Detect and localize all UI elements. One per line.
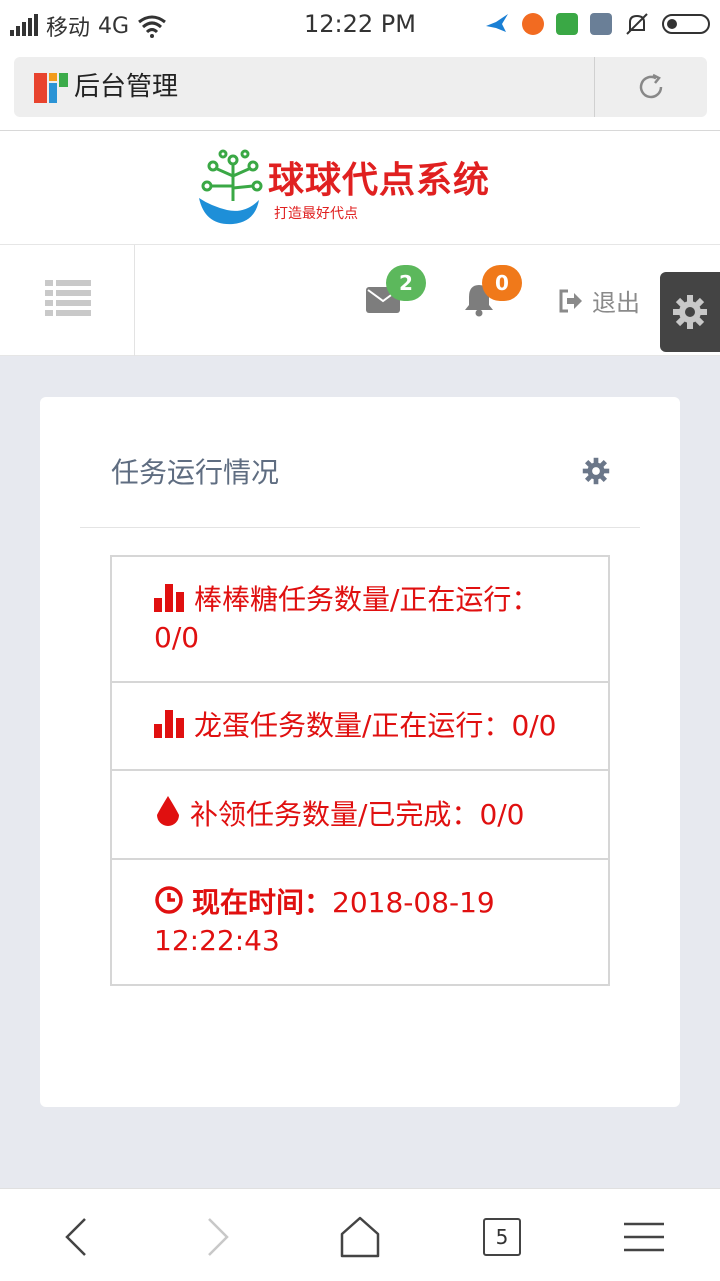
bar-chart-icon [154,710,184,738]
browser-address-bar: 后台管理 [0,50,720,131]
reload-icon [639,73,663,99]
status-bar: 移动 4G 12:22 PM [0,0,720,50]
settings-button[interactable] [660,272,720,352]
notifications-badge: 0 [482,265,522,301]
message-notification-icon [590,13,612,35]
site-favicon [34,73,68,103]
brand-logo-icon [199,149,263,225]
forward-button[interactable] [188,1211,248,1263]
brand-name: 球球代点系统 [268,160,491,201]
brand-slogan: 打造最好代点 [274,206,358,222]
stat-label: 补领任务数量/已完成： [190,798,480,831]
battery-icon [662,14,710,34]
stat-current-time: 现在时间：2018-08-19 12:22:43 [112,860,608,984]
clock-icon [155,886,183,914]
stat-dragon-egg-tasks: 龙蛋任务数量/正在运行：0/0 [112,683,608,771]
brand-header: 球球代点系统 打造最好代点 [0,131,720,243]
notifications-button[interactable]: 0 [458,265,538,345]
reload-button[interactable] [594,57,707,117]
home-icon [340,1216,380,1258]
sidebar-toggle-button[interactable] [0,245,135,356]
sogou-notification-icon [522,13,544,35]
bar-chart-icon [154,584,184,612]
menu-button[interactable] [614,1211,674,1263]
time-label: 现在时间： [192,886,333,919]
list-icon [45,280,91,316]
panel-settings-icon[interactable] [582,457,610,485]
top-nav: 2 0 退出 [0,244,720,356]
messages-badge: 2 [386,265,426,301]
logout-icon [559,289,582,312]
panel-title: 任务运行情况 [111,456,280,489]
task-status-panel: 任务运行情况 棒棒糖任务数量/正在运行： 0/0 龙蛋任务数量/正在运行：0/0 … [40,397,680,1107]
logout-label: 退出 [592,289,640,317]
mute-icon [626,13,648,35]
back-button[interactable] [46,1211,106,1263]
stat-value: 0/0 [479,798,525,831]
stat-claim-tasks: 补领任务数量/已完成：0/0 [112,771,608,860]
hamburger-menu-icon [624,1222,664,1252]
main-content: 任务运行情况 棒棒糖任务数量/正在运行： 0/0 龙蛋任务数量/正在运行：0/0 … [0,356,720,1188]
gear-icon [673,295,707,329]
stat-label: 龙蛋任务数量/正在运行： [194,709,512,742]
messages-button[interactable]: 2 [360,265,440,345]
android-notification-icon [556,13,578,35]
browser-bottom-bar: 5 [0,1188,720,1281]
stats-list: 棒棒糖任务数量/正在运行：0/0 龙蛋任务数量/正在运行：0/0 补领任务数量/… [110,555,610,986]
panel-divider [80,527,640,528]
page-title: 后台管理 [74,72,179,102]
bird-notification-icon [486,14,508,32]
chevron-right-icon [208,1218,229,1256]
logout-link[interactable]: 退出 [558,283,640,318]
stat-lollipop-tasks: 棒棒糖任务数量/正在运行： 0/0 [112,557,608,683]
stat-label: 棒棒糖任务数量/正在运行： [194,583,540,616]
home-button[interactable] [330,1211,390,1263]
tabs-button[interactable]: 5 [472,1211,532,1263]
address-field[interactable]: 后台管理 [14,57,594,117]
tabs-count: 5 [483,1218,521,1256]
stat-value: 0/0 [511,709,557,742]
drop-icon [157,796,179,826]
stat-value: 0/0 [154,621,200,654]
chevron-left-icon [65,1218,86,1256]
